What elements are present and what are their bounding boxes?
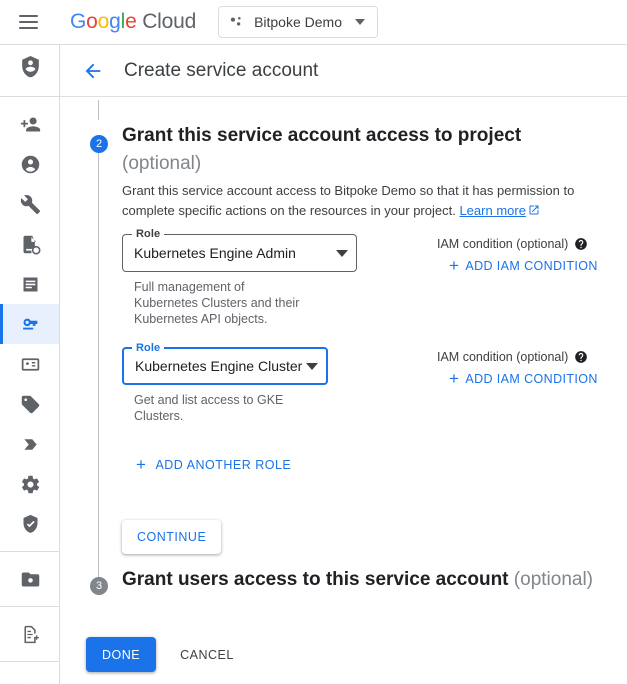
cancel-button[interactable]: CANCEL: [168, 637, 246, 672]
brand-cloud-label: Cloud: [142, 10, 197, 33]
arrow-back-icon[interactable]: [81, 59, 105, 83]
add-iam-condition-label: ADD IAM CONDITION: [465, 258, 598, 273]
left-icon-rail[interactable]: [0, 45, 60, 684]
sidebar-item-privacy-security[interactable]: [0, 504, 59, 544]
stepper-line-main: [98, 152, 99, 580]
iam-condition-label-text: IAM condition (optional): [437, 237, 569, 251]
hamburger-menu-icon[interactable]: [19, 10, 43, 34]
step-2-description: Grant this service account access to Bit…: [122, 181, 582, 221]
add-iam-condition-label: ADD IAM CONDITION: [465, 371, 598, 386]
role-row: Role Kubernetes Engine Cluster … Get and…: [122, 342, 622, 424]
iam-shield-person-icon: [0, 45, 59, 89]
done-button[interactable]: DONE: [86, 637, 157, 672]
step-2-description-line1: Grant this service account access to Bit…: [122, 183, 575, 198]
step-3-badge: 3: [90, 577, 108, 595]
step-2-badge: 2: [90, 135, 108, 153]
footer-action-bar: DONE CANCEL: [60, 625, 627, 684]
rail-divider-1: [0, 96, 59, 97]
page-header: Create service account: [60, 45, 627, 97]
chevron-down-icon: [306, 362, 318, 370]
rail-divider-3: [0, 606, 59, 607]
rail-divider-2: [0, 551, 59, 552]
plus-icon: +: [449, 256, 460, 275]
page-title: Create service account: [124, 59, 319, 81]
role-field-label: Role: [132, 228, 165, 240]
learn-more-link[interactable]: Learn more: [459, 203, 525, 218]
sidebar-item-expand[interactable]: [0, 669, 59, 684]
sidebar-item-workload-identity[interactable]: [0, 344, 59, 384]
sidebar-item-essential-contacts[interactable]: [0, 614, 59, 654]
stepper-line-top: [98, 100, 99, 120]
role-help-text: Full management of Kubernetes Clusters a…: [134, 280, 300, 326]
sidebar-item-organization-policies[interactable]: [0, 264, 59, 304]
add-another-role-button[interactable]: + ADD ANOTHER ROLE: [136, 456, 291, 473]
sidebar-item-policy-troubleshooter[interactable]: [0, 224, 59, 264]
step-3-title: Grant users access to this service accou…: [122, 569, 622, 591]
step-2-title-optional: (optional): [122, 153, 202, 174]
sidebar-item-person-add[interactable]: [0, 104, 59, 144]
iam-condition-label: IAM condition (optional): [437, 350, 627, 364]
plus-icon: +: [449, 369, 460, 388]
chevron-down-icon: [336, 249, 348, 257]
iam-condition-label: IAM condition (optional): [437, 237, 627, 251]
plus-icon: +: [136, 455, 147, 474]
iam-condition-block: IAM condition (optional) + ADD IAM CONDI…: [437, 350, 627, 389]
continue-button[interactable]: CONTINUE: [122, 520, 222, 554]
add-iam-condition-button-2[interactable]: + ADD IAM CONDITION: [449, 370, 598, 387]
add-another-role-label: ADD ANOTHER ROLE: [155, 457, 292, 472]
project-dots-icon: [228, 14, 245, 31]
iam-condition-label-text: IAM condition (optional): [437, 350, 569, 364]
step-2-title: Grant this service account access to pro…: [122, 122, 592, 178]
sidebar-item-asset-inventory[interactable]: [0, 559, 59, 599]
step-2-description-line2: complete specific actions on the resourc…: [122, 203, 460, 218]
role-field-label: Role: [132, 342, 165, 354]
help-circle-icon[interactable]: [574, 237, 588, 251]
role-select-2[interactable]: Role Kubernetes Engine Cluster …: [122, 342, 328, 385]
step-3-title-text: Grant users access to this service accou…: [122, 569, 509, 590]
sidebar-item-identity[interactable]: [0, 144, 59, 184]
add-iam-condition-button-1[interactable]: + ADD IAM CONDITION: [449, 257, 598, 274]
project-selector[interactable]: Bitpoke Demo: [218, 6, 379, 38]
help-circle-icon[interactable]: [574, 350, 588, 364]
role-field-value: Kubernetes Engine Cluster …: [135, 358, 306, 374]
sidebar-item-tags[interactable]: [0, 424, 59, 464]
chevron-down-icon: [355, 19, 365, 25]
sidebar-item-service-accounts[interactable]: [0, 304, 59, 344]
role-help-text: Get and list access to GKE Clusters.: [134, 393, 284, 423]
iam-condition-block: IAM condition (optional) + ADD IAM CONDI…: [437, 237, 627, 276]
role-select-1[interactable]: Role Kubernetes Engine Admin: [122, 228, 357, 272]
rail-divider-4: [0, 661, 59, 662]
top-app-bar: Google Cloud Bitpoke Demo: [0, 0, 627, 45]
sidebar-item-labels[interactable]: [0, 384, 59, 424]
create-service-account-page: Google Cloud Bitpoke Demo Create service…: [0, 0, 627, 684]
sidebar-item-troubleshoot[interactable]: [0, 184, 59, 224]
role-field-value: Kubernetes Engine Admin: [134, 245, 296, 261]
sidebar-item-settings[interactable]: [0, 464, 59, 504]
step-3-title-optional: (optional): [513, 569, 594, 590]
step-2-title-text: Grant this service account access to pro…: [122, 125, 522, 146]
project-name: Bitpoke Demo: [254, 14, 342, 30]
role-row: Role Kubernetes Engine Admin Full manage…: [122, 228, 622, 327]
wizard-body: 2 Grant this service account access to p…: [60, 98, 627, 684]
open-in-new-icon[interactable]: [528, 204, 540, 216]
google-cloud-logo[interactable]: Google Cloud: [70, 10, 196, 34]
